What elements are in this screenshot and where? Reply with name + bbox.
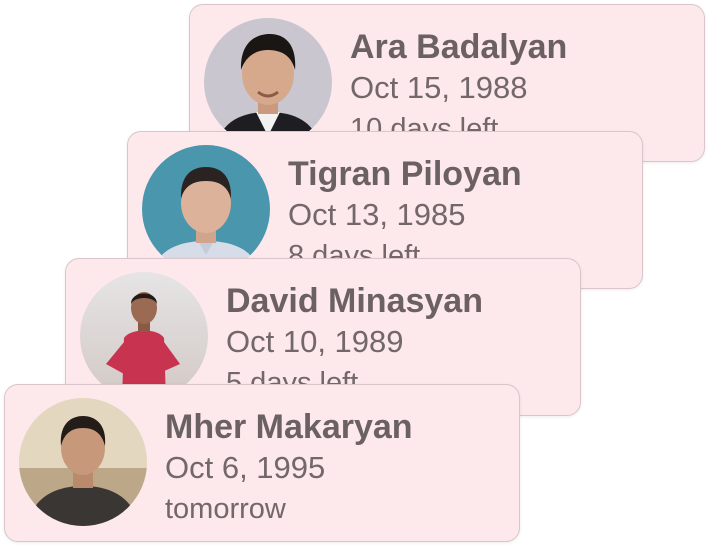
birthday-card[interactable]: Mher Makaryan Oct 6, 1995 tomorrow [4, 384, 520, 542]
birth-date: Oct 10, 1989 [226, 324, 404, 359]
person-avatar-icon [80, 272, 208, 400]
avatar [142, 145, 270, 273]
person-avatar-icon [142, 145, 270, 273]
days-left: tomorrow [165, 493, 286, 525]
birth-date: Oct 13, 1985 [288, 197, 466, 232]
avatar [80, 272, 208, 400]
person-name: David Minasyan [226, 282, 483, 320]
person-name: Mher Makaryan [165, 408, 413, 446]
person-name: Ara Badalyan [350, 28, 568, 66]
birth-date: Oct 15, 1988 [350, 70, 528, 105]
person-avatar-icon [19, 398, 147, 526]
person-avatar-icon [204, 18, 332, 146]
avatar [19, 398, 147, 526]
person-name: Tigran Piloyan [288, 155, 522, 193]
avatar [204, 18, 332, 146]
birthday-card-stack: Ara Badalyan Oct 15, 1988 10 days left T… [0, 0, 710, 546]
birth-date: Oct 6, 1995 [165, 450, 326, 485]
